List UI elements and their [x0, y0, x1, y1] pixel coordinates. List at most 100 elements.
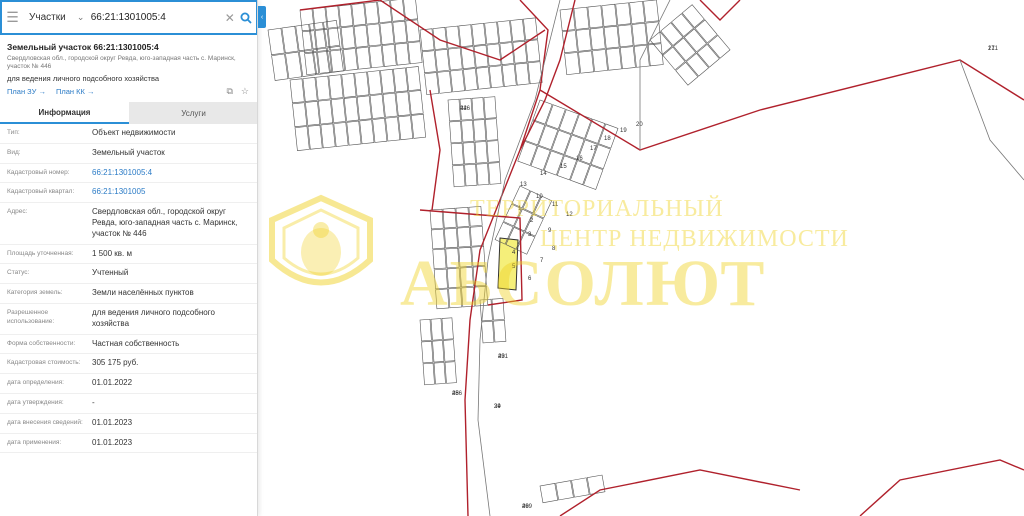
map-parcel — [281, 25, 299, 54]
info-row-key: Статус: — [7, 269, 30, 277]
info-row-key: Категория земель: — [7, 289, 63, 297]
road-line — [959, 59, 1024, 181]
map-parcel — [353, 24, 369, 48]
map-parcel — [289, 78, 305, 104]
info-row-value: Земельный участок — [92, 147, 165, 157]
map-parcel — [450, 142, 464, 166]
map-parcel — [538, 125, 559, 151]
map-parcel — [305, 100, 321, 126]
map-parcel — [511, 185, 531, 209]
map-parcel — [491, 298, 505, 321]
parcel-use: для ведения личного подсобного хозяйства — [7, 74, 160, 83]
info-row-key: Вид: — [7, 148, 21, 156]
parcel-number-label: 19 — [620, 128, 627, 134]
map-parcel — [575, 28, 592, 52]
map-parcel — [583, 164, 604, 190]
parcel-number-label: 25 — [452, 391, 459, 397]
map-parcel — [592, 49, 608, 73]
map-parcel — [343, 96, 359, 122]
map-parcel — [586, 474, 606, 495]
info-row: дата применения: 01.01.2023 — [0, 434, 257, 454]
map-parcel — [323, 20, 341, 48]
info-row-key: Разрешенное использование: — [7, 308, 55, 325]
map-parcel — [493, 320, 507, 343]
plan-kk-link[interactable]: План КК → — [56, 87, 95, 96]
map-parcel — [343, 48, 358, 71]
map-parcel — [393, 67, 409, 93]
map-parcel — [458, 24, 474, 48]
map-parcel — [382, 92, 398, 118]
map-parcel — [367, 70, 383, 96]
info-panel: ☰ Участки ⌄ ✕ Земельный участок 66:21:13… — [0, 0, 258, 516]
map-parcel — [474, 141, 488, 164]
map-parcel — [473, 44, 489, 68]
map-parcel — [629, 0, 646, 24]
map-parcel — [356, 95, 372, 121]
parcel-number-label: 16 — [576, 156, 583, 162]
info-row-key: Кадастровая стоимость: — [7, 359, 81, 367]
map-parcel — [299, 49, 317, 77]
map-parcel — [267, 27, 285, 56]
search-icon[interactable] — [237, 2, 256, 33]
map-parcel — [485, 118, 499, 141]
map-parcel — [457, 226, 471, 248]
tab-services[interactable]: Услуги — [129, 102, 257, 124]
map-parcel — [302, 77, 318, 102]
info-row-value[interactable]: 66:21:1301005:4 — [92, 168, 251, 179]
map-parcel — [686, 52, 710, 77]
map-parcel — [471, 97, 485, 120]
map-parcel — [328, 74, 344, 100]
map-parcel — [450, 69, 465, 93]
parcel-number-label: 3 — [528, 232, 532, 238]
info-row: Вид: Земельный участок — [0, 144, 257, 164]
parcel-number-label: 20 — [636, 122, 643, 128]
map-parcel — [696, 43, 720, 68]
info-row-key: Форма собственности: — [7, 339, 76, 347]
search-input[interactable] — [86, 3, 223, 32]
map-parcel — [292, 102, 308, 128]
map-parcel — [444, 361, 457, 384]
info-row-key: Кадастровый квартал: — [7, 188, 75, 196]
map-parcel — [351, 2, 367, 26]
collapse-panel-icon[interactable]: ‹ — [258, 6, 266, 28]
map-parcel — [488, 65, 504, 89]
info-row-key: Кадастровый номер: — [7, 168, 70, 176]
map-parcel — [432, 27, 448, 50]
map-parcel — [587, 5, 604, 29]
map-parcel — [346, 120, 362, 146]
search-bar: ☰ Участки ⌄ ✕ — [0, 0, 257, 35]
map-parcel — [481, 320, 495, 344]
map-parcel — [421, 340, 434, 364]
star-icon[interactable]: ☆ — [241, 86, 249, 97]
map-parcel — [380, 68, 396, 94]
object-type-select[interactable]: Участки — [23, 2, 75, 33]
map-parcel — [516, 231, 536, 255]
info-row: Кадастровый номер: 66:21:1301005:4 — [0, 164, 257, 184]
map-parcel — [432, 340, 445, 363]
tab-bar: Информация Услуги — [0, 102, 257, 124]
map-parcel — [543, 150, 564, 176]
map-parcel — [497, 20, 513, 44]
map-parcel — [315, 75, 331, 101]
map-parcel — [510, 18, 525, 42]
map-parcel — [394, 42, 410, 66]
map-parcel — [424, 72, 440, 95]
map-parcel — [452, 164, 466, 188]
map-parcel — [551, 129, 572, 155]
parcel-number-label: 15 — [560, 164, 567, 170]
info-row-value[interactable]: 66:21:1301005 — [92, 187, 251, 198]
info-row: Категория земель: Земли населённых пункто… — [0, 284, 257, 304]
menu-icon[interactable]: ☰ — [2, 2, 23, 33]
close-icon[interactable]: ✕ — [223, 2, 237, 33]
chevron-down-icon[interactable]: ⌄ — [75, 2, 87, 33]
map-parcel — [421, 50, 437, 74]
tab-information[interactable]: Информация — [0, 102, 129, 124]
parcel-number-label: 14 — [540, 171, 547, 177]
plan-zu-link[interactable]: План ЗУ → — [7, 87, 46, 96]
map-parcel — [671, 13, 695, 37]
map-parcel — [512, 40, 528, 64]
info-row-key: дата применения: — [7, 438, 62, 446]
share-icon[interactable]: ⧉ — [226, 86, 232, 97]
map-parcel — [369, 94, 385, 119]
map-parcel — [325, 5, 341, 29]
